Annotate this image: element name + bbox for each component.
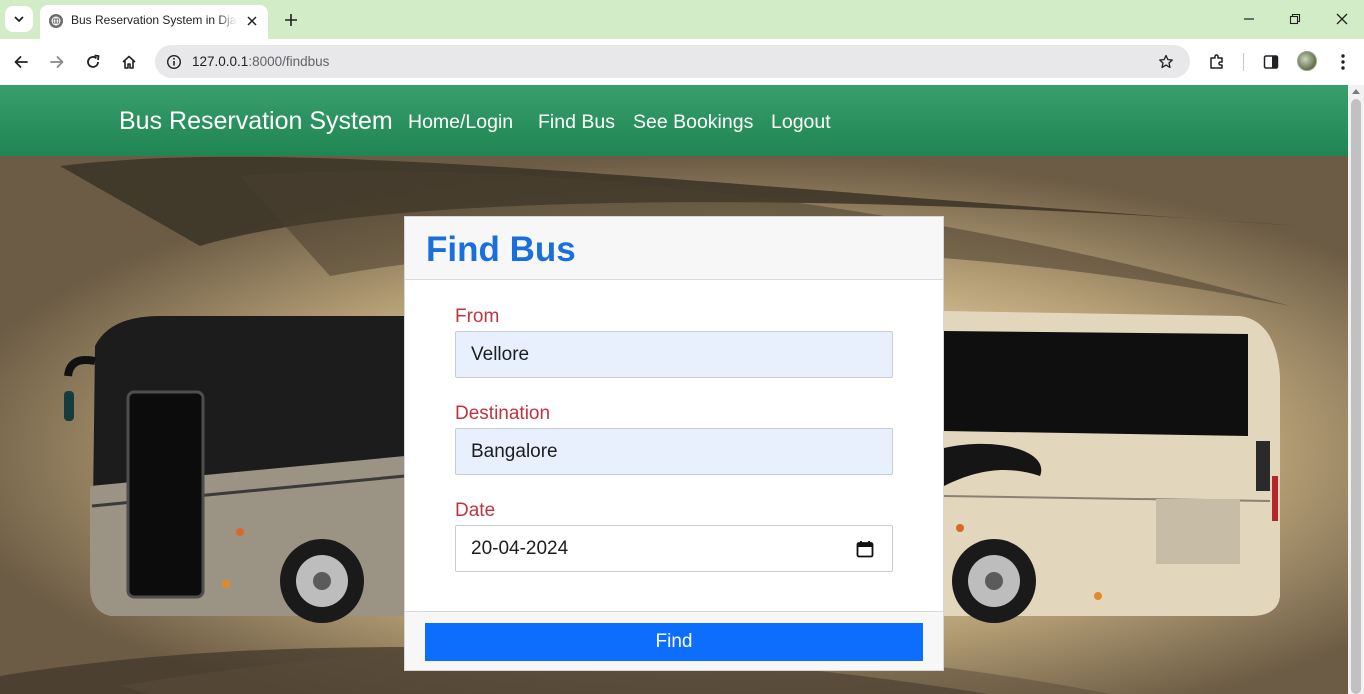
minimize-icon[interactable] (1237, 8, 1261, 30)
site-info-icon[interactable] (163, 51, 184, 72)
toolbar-divider (1243, 53, 1244, 71)
page-viewport: Bus Reservation System Home/Login Find B… (0, 85, 1348, 694)
globe-icon (49, 14, 63, 28)
date-label: Date (455, 500, 496, 521)
tab-title: Bus Reservation System in Django (71, 13, 237, 27)
forward-arrow-icon[interactable] (45, 50, 69, 74)
back-arrow-icon[interactable] (9, 50, 33, 74)
browser-toolbar: 127.0.0.1:8000/findbus (0, 39, 1364, 85)
nav-see-bookings[interactable]: See Bookings (633, 111, 753, 134)
from-label: From (455, 306, 500, 327)
find-button[interactable]: Find (425, 623, 923, 661)
close-tab-icon[interactable] (242, 11, 262, 31)
date-value: 20-04-2024 (471, 538, 569, 559)
destination-input[interactable]: Bangalore (455, 428, 893, 475)
nav-find-bus[interactable]: Find Bus (538, 111, 615, 134)
calendar-icon[interactable] (855, 539, 875, 559)
url-host: 127.0.0.1 (192, 54, 249, 69)
destination-value: Bangalore (471, 441, 558, 462)
chevron-down-icon (14, 16, 24, 22)
card-footer: Find (405, 611, 943, 670)
url-text: 127.0.0.1:8000/findbus (192, 54, 329, 69)
tab-search-button[interactable] (5, 6, 33, 32)
card-header: Find Bus (405, 217, 943, 280)
profile-avatar[interactable] (1297, 51, 1317, 71)
close-window-icon[interactable] (1330, 8, 1354, 30)
scroll-up-arrow-icon[interactable] (1352, 89, 1360, 94)
site-navbar: Bus Reservation System Home/Login Find B… (0, 85, 1348, 156)
reload-icon[interactable] (81, 50, 105, 74)
from-value: Vellore (471, 344, 530, 365)
scroll-thumb[interactable] (1351, 99, 1361, 694)
url-path: :8000/findbus (248, 54, 330, 69)
new-tab-icon[interactable] (280, 9, 302, 31)
browser-tab-strip: Bus Reservation System in Django (0, 0, 1364, 39)
more-menu-icon[interactable] (1331, 50, 1355, 74)
nav-home-login[interactable]: Home/Login (408, 111, 513, 134)
home-icon[interactable] (117, 50, 141, 74)
destination-label: Destination (455, 403, 551, 424)
site-brand[interactable]: Bus Reservation System (119, 107, 393, 136)
bookmark-star-icon[interactable] (1155, 51, 1176, 72)
nav-logout[interactable]: Logout (771, 111, 831, 134)
date-input[interactable]: 20-04-2024 (455, 525, 893, 572)
from-input[interactable]: Vellore (455, 331, 893, 378)
restore-icon[interactable] (1283, 8, 1307, 30)
browser-tab[interactable]: Bus Reservation System in Django (40, 5, 268, 39)
find-bus-form-card: Find Bus From Vellore Destination Bangal… (404, 216, 944, 671)
side-panel-icon[interactable] (1259, 50, 1283, 74)
page-scrollbar[interactable] (1348, 85, 1364, 694)
address-bar[interactable]: 127.0.0.1:8000/findbus (155, 45, 1190, 78)
page-title: Find Bus (426, 230, 576, 269)
extensions-puzzle-icon[interactable] (1205, 50, 1229, 74)
